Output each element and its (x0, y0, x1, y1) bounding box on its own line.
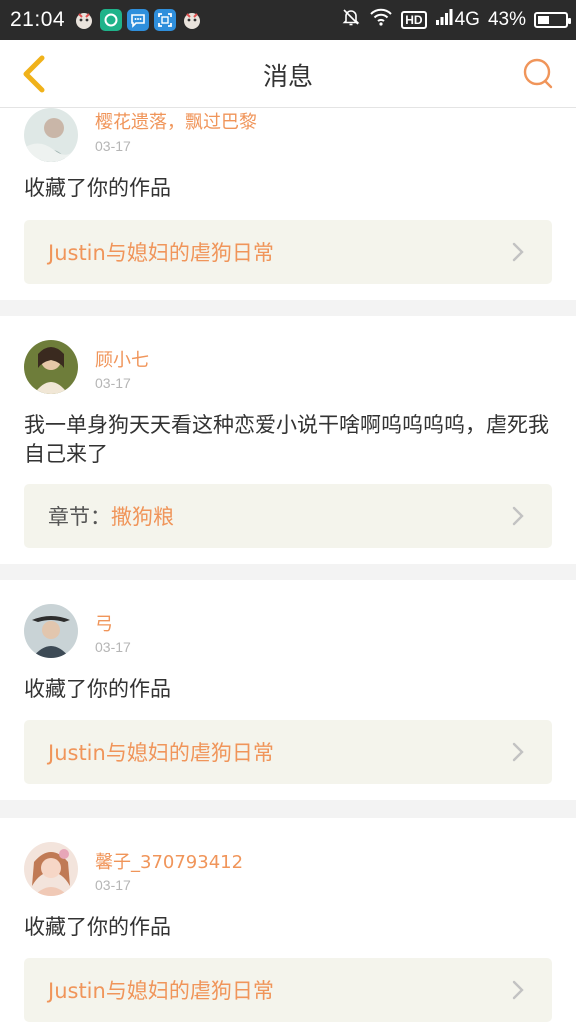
username[interactable]: 馨子_370793412 (95, 848, 243, 874)
search-button[interactable] (518, 54, 558, 94)
message-text: 收藏了你的作品 (24, 677, 171, 701)
battery-icon (534, 12, 571, 28)
message-text: 我一单身狗天天看这种恋爱小说干啥啊呜呜呜呜，虐死我自己来了 (24, 413, 549, 466)
username[interactable]: 顾小七 (95, 346, 149, 372)
avatar[interactable] (24, 108, 78, 162)
message-card: 顾小七 03-17 我一单身狗天天看这种恋爱小说干啥啊呜呜呜呜，虐死我自己来了 … (0, 316, 576, 564)
signal-icon (435, 8, 453, 32)
message-date: 03-17 (95, 375, 131, 391)
message-date: 03-17 (95, 138, 131, 154)
chat-app-icon (127, 9, 150, 31)
status-time: 21:04 (10, 8, 66, 31)
chevron-right-icon (506, 978, 530, 1002)
work-link[interactable]: Justin与媳妇的虐狗日常 (24, 220, 552, 284)
message-date: 03-17 (95, 877, 131, 893)
message-text: 收藏了你的作品 (24, 915, 171, 939)
page-title: 消息 (262, 62, 313, 91)
notification-app-icon (181, 9, 203, 31)
search-icon (523, 58, 553, 89)
chevron-right-icon (506, 504, 530, 528)
ref-prefix: 章节： (48, 505, 111, 529)
username[interactable]: 樱花遗落，飘过巴黎 (95, 108, 257, 134)
status-notification-icons (73, 9, 203, 31)
message-card: 弓 03-17 收藏了你的作品 Justin与媳妇的虐狗日常 (0, 580, 576, 800)
chapter-title: 撒狗粮 (111, 505, 174, 529)
status-bar: 21:04 HD 4G 43% (0, 0, 576, 40)
battery-fill (538, 16, 550, 24)
work-link[interactable]: Justin与媳妇的虐狗日常 (24, 720, 552, 784)
header-bar: 消息 (0, 40, 576, 108)
status-system-icons: HD 4G 43% (341, 7, 571, 33)
mute-bell-icon (341, 7, 361, 33)
battery-percent: 43% (487, 9, 526, 30)
network-type: 4G (454, 9, 480, 30)
message-date: 03-17 (95, 639, 131, 655)
wifi-icon (369, 7, 393, 33)
notification-app-icon (73, 9, 95, 31)
work-title: Justin与媳妇的虐狗日常 (48, 241, 274, 265)
work-title: Justin与媳妇的虐狗日常 (48, 979, 274, 1003)
message-list[interactable]: 樱花遗落，飘过巴黎 03-17 收藏了你的作品 Justin与媳妇的虐狗日常 顾… (0, 108, 576, 1024)
username[interactable]: 弓 (95, 610, 113, 636)
work-title: Justin与媳妇的虐狗日常 (48, 741, 274, 765)
avatar[interactable] (24, 340, 78, 394)
scan-app-icon (154, 9, 177, 31)
avatar[interactable] (24, 842, 78, 896)
chapter-link[interactable]: 章节： 撒狗粮 (24, 484, 552, 548)
message-text: 收藏了你的作品 (24, 176, 171, 200)
app-green-icon (100, 9, 123, 31)
work-link[interactable]: Justin与媳妇的虐狗日常 (24, 958, 552, 1022)
chevron-right-icon (506, 740, 530, 764)
hd-icon: HD (401, 11, 427, 29)
message-card: 馨子_370793412 03-17 收藏了你的作品 Justin与媳妇的虐狗日… (0, 818, 576, 1024)
chevron-right-icon (506, 240, 530, 264)
avatar[interactable] (24, 604, 78, 658)
message-card: 樱花遗落，飘过巴黎 03-17 收藏了你的作品 Justin与媳妇的虐狗日常 (0, 108, 576, 300)
